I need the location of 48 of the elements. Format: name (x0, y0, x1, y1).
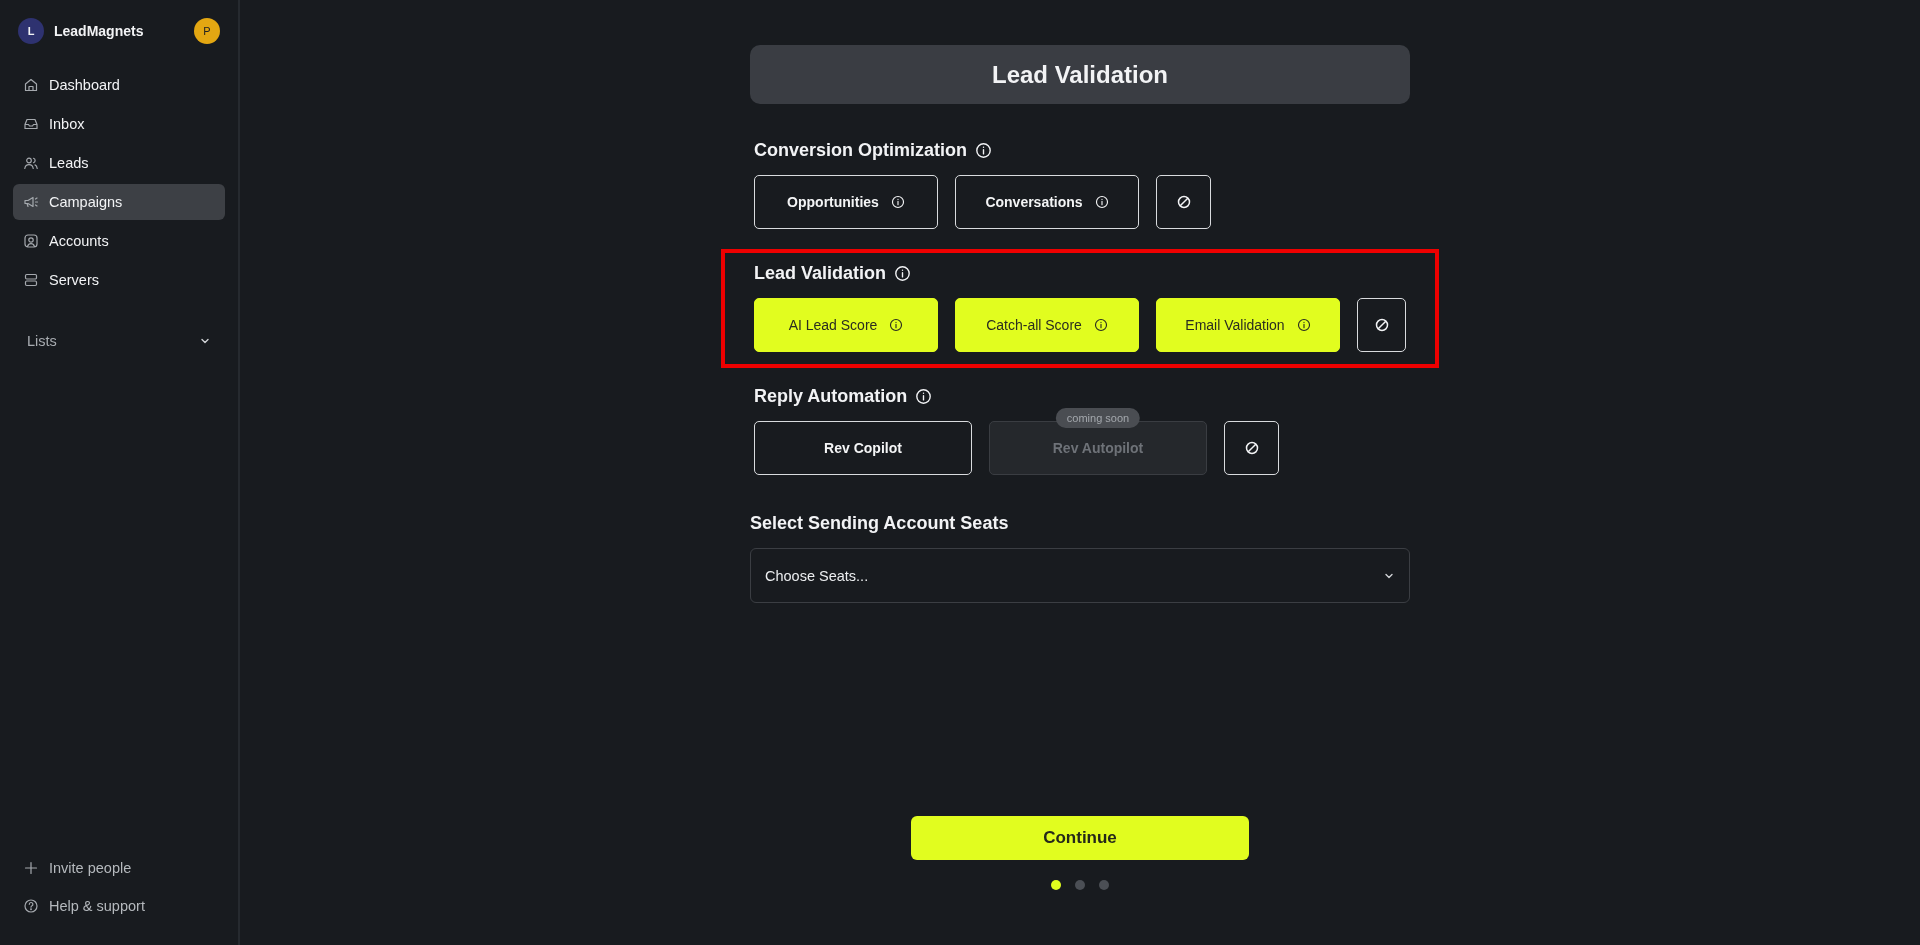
info-icon (889, 318, 904, 332)
info-icon (1296, 318, 1311, 332)
coming-soon-badge: coming soon (1055, 408, 1141, 428)
brand-name: LeadMagnets (54, 23, 145, 39)
section-title: Reply Automation (754, 386, 908, 407)
prohibited-icon (1175, 194, 1192, 210)
continue-button[interactable]: Continue (911, 816, 1249, 860)
option-button[interactable]: Catch-all Score (955, 298, 1139, 352)
info-icon (890, 195, 905, 209)
sidebar-item[interactable]: Inbox (13, 106, 225, 142)
sidebar-item[interactable]: Accounts (13, 223, 225, 259)
home-icon (23, 77, 39, 93)
lists-toggle[interactable]: Lists (13, 324, 225, 358)
option-button[interactable]: Opportunities (754, 175, 938, 229)
option-button[interactable]: AI Lead Score (754, 298, 938, 352)
option-button[interactable]: Email Validation (1156, 298, 1340, 352)
sidebar-item[interactable]: Dashboard (13, 67, 225, 103)
sidebar-item[interactable]: Servers (13, 262, 225, 298)
prohibited-icon (1373, 317, 1390, 333)
section-title: Lead Validation (754, 263, 887, 284)
sidebar-link[interactable]: Invite people (13, 849, 225, 887)
option-button[interactable]: Rev Copilot (754, 421, 972, 475)
sidebar-link[interactable]: Help & support (13, 887, 225, 925)
prohibited-icon (1243, 440, 1260, 456)
user-avatar[interactable]: P (194, 18, 220, 44)
info-icon[interactable] (894, 265, 912, 282)
inbox-icon (23, 116, 39, 132)
help-icon (23, 898, 39, 914)
section-title: Conversion Optimization (754, 140, 967, 161)
user-icon (23, 233, 39, 249)
none-option-button[interactable] (1357, 298, 1406, 352)
sidebar-item[interactable]: Campaigns (13, 184, 225, 220)
info-icon (1094, 195, 1109, 209)
plus-icon (23, 860, 39, 876)
server-icon (23, 272, 39, 288)
none-option-button[interactable] (1224, 421, 1279, 475)
option-button[interactable]: Conversations (955, 175, 1139, 229)
info-icon[interactable] (975, 142, 992, 159)
megaphone-icon (23, 194, 39, 210)
users-icon (23, 155, 39, 171)
info-icon[interactable] (915, 388, 933, 405)
sidebar-item[interactable]: Leads (13, 145, 225, 181)
none-option-button[interactable] (1156, 175, 1211, 229)
seats-dropdown[interactable]: Choose Seats... (750, 548, 1410, 603)
info-icon (1093, 318, 1108, 332)
brand-avatar: L (18, 18, 44, 44)
page-title: Lead Validation (750, 45, 1410, 104)
section-title: Select Sending Account Seats (750, 513, 1010, 534)
